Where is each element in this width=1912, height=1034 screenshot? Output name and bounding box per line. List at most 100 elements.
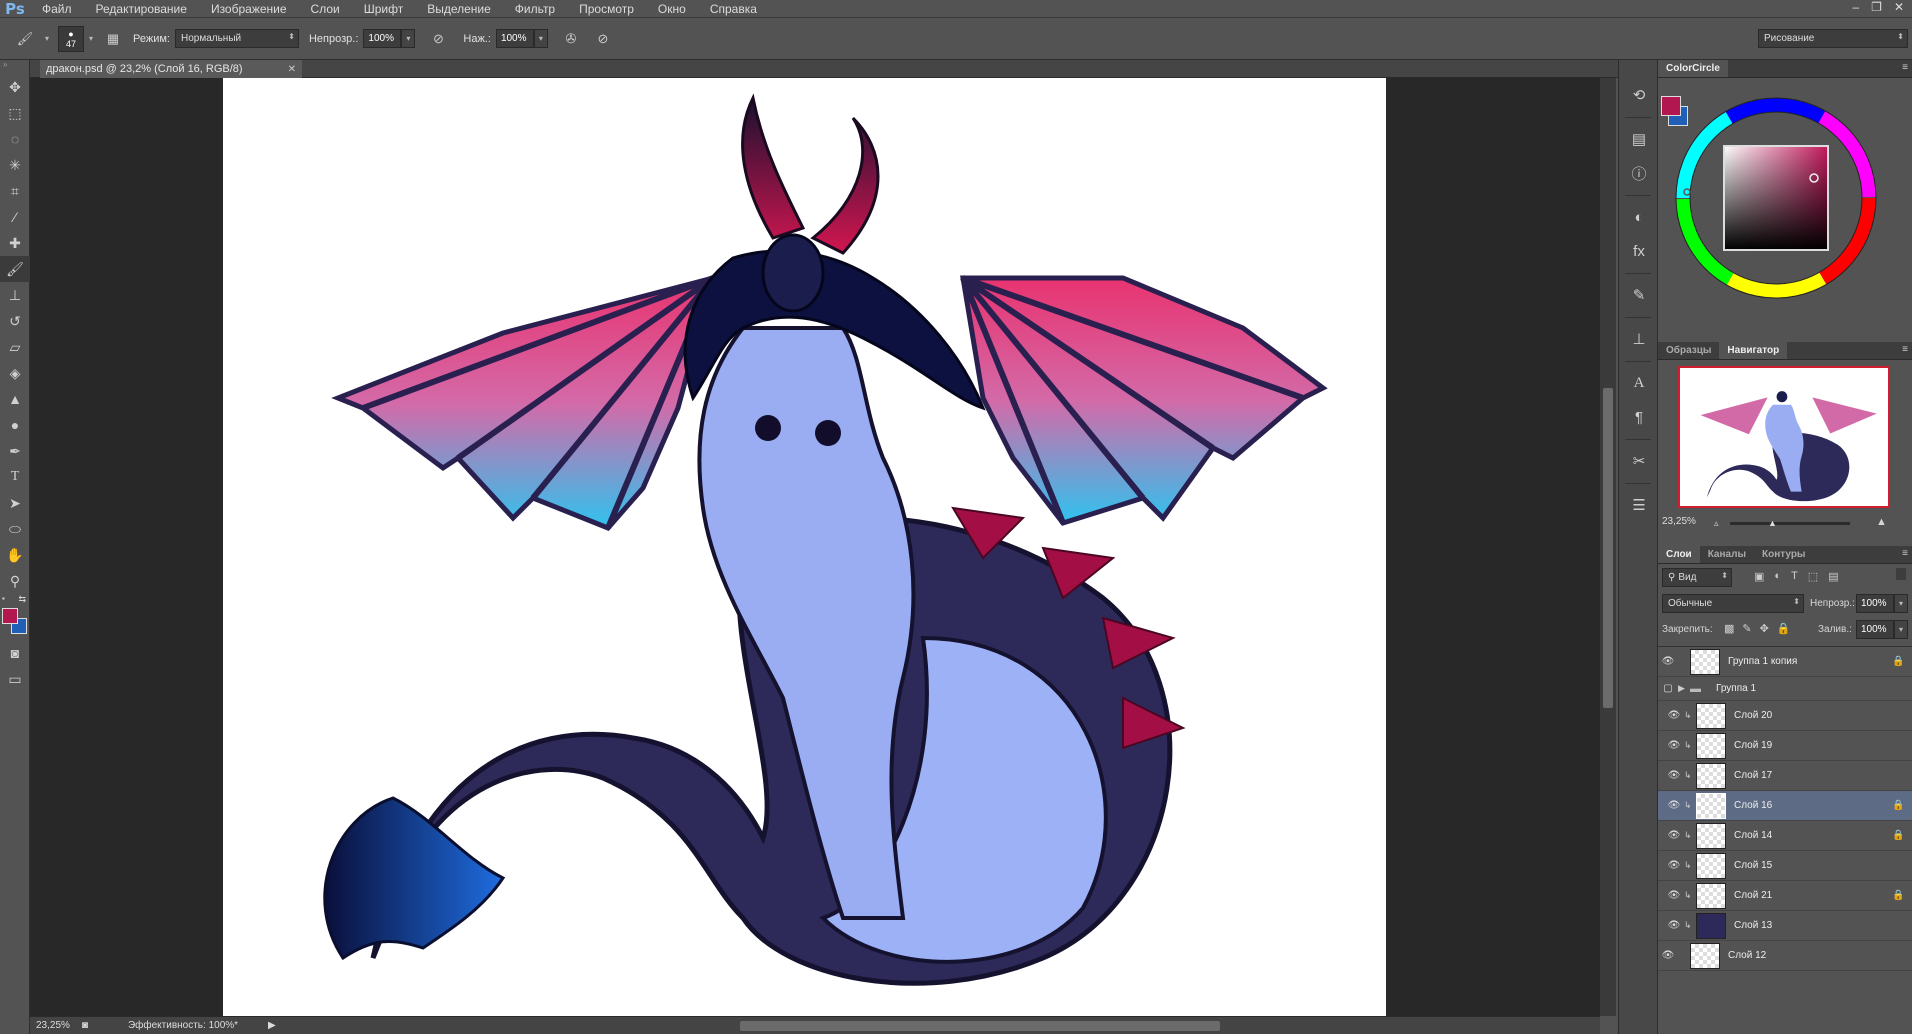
eye-icon[interactable]: 👁: [1664, 830, 1684, 841]
layer-filter-select[interactable]: ⚲ Вид ⬍: [1662, 568, 1732, 587]
eye-icon[interactable]: 👁: [1658, 950, 1678, 961]
shape-filter-icon[interactable]: ⬚: [1808, 570, 1818, 583]
navigator-zoom[interactable]: 23,25%: [1662, 516, 1696, 527]
eye-icon[interactable]: 👁: [1664, 710, 1684, 721]
type-tool-icon[interactable]: T: [0, 464, 30, 490]
adjustment-filter-icon[interactable]: ◐: [1774, 570, 1781, 583]
eraser-tool-icon[interactable]: ▱: [0, 334, 30, 360]
navigator-preview[interactable]: [1678, 366, 1890, 508]
panel-menu-icon[interactable]: ≡: [1902, 62, 1908, 73]
menu-select[interactable]: Выделение: [415, 0, 503, 18]
eye-icon[interactable]: 👁: [1658, 656, 1678, 667]
blend-mode-select[interactable]: Обычные ⬍: [1662, 594, 1804, 613]
layer-row[interactable]: 👁 ↳ Слой 20: [1658, 701, 1912, 731]
slider-handle-icon[interactable]: ▲: [1768, 518, 1777, 528]
blur-tool-icon[interactable]: ▲: [0, 386, 30, 412]
eye-icon[interactable]: 👁: [1664, 920, 1684, 931]
vertical-scroll-thumb[interactable]: [1603, 388, 1613, 708]
pixel-filter-icon[interactable]: ▣: [1754, 570, 1764, 583]
layer-row[interactable]: 👁 ↳ Слой 21 🔒: [1658, 881, 1912, 911]
zoom-out-icon[interactable]: ▵: [1714, 518, 1719, 529]
layer-comps-icon[interactable]: ☰: [1619, 488, 1659, 522]
filter-toggle[interactable]: [1896, 568, 1906, 580]
layer-group-row[interactable]: ▢ ▶ ▬ Группа 1: [1658, 677, 1912, 701]
close-icon[interactable]: ✕: [1894, 0, 1904, 14]
default-colors-icon[interactable]: ▪: [2, 594, 5, 603]
opacity-dropdown[interactable]: ▾: [401, 29, 416, 48]
info-panel-icon[interactable]: ⓘ: [1619, 156, 1659, 190]
layer-opacity-input[interactable]: 100%: [1856, 594, 1894, 613]
paragraph-panel-icon[interactable]: ¶: [1619, 400, 1659, 434]
lock-position-icon[interactable]: ✥: [1760, 622, 1769, 635]
vertical-scrollbar[interactable]: [1600, 78, 1616, 1016]
crop-tool-icon[interactable]: ⌗: [0, 178, 30, 204]
eye-icon[interactable]: 👁: [1664, 860, 1684, 871]
layer-row[interactable]: 👁 Слой 12: [1658, 941, 1912, 971]
character-panel-icon[interactable]: A: [1619, 366, 1659, 400]
status-info-icon[interactable]: ◙: [82, 1020, 88, 1031]
layer-row[interactable]: 👁 Группа 1 копия 🔒: [1658, 647, 1912, 677]
horizontal-scrollbar[interactable]: [300, 1021, 1620, 1031]
horizontal-scroll-thumb[interactable]: [740, 1021, 1220, 1031]
mode-select[interactable]: Нормальный ⬍: [174, 29, 299, 48]
eye-icon[interactable]: 👁: [1664, 890, 1684, 901]
quick-mask-icon[interactable]: ◙: [0, 640, 30, 666]
lock-transparency-icon[interactable]: ▩: [1724, 622, 1734, 635]
path-select-tool-icon[interactable]: ➤: [0, 490, 30, 516]
pressure-opacity-icon[interactable]: ⊘: [427, 28, 449, 50]
menu-image[interactable]: Изображение: [199, 0, 299, 18]
clone-source-icon[interactable]: ⊥: [1619, 322, 1659, 356]
panel-menu-icon[interactable]: ≡: [1902, 344, 1908, 355]
fill-dropdown[interactable]: ▾: [1894, 620, 1908, 639]
toolbar-collapse-icon[interactable]: »: [0, 60, 29, 74]
bucket-tool-icon[interactable]: ◈: [0, 360, 30, 386]
smart-object-filter-icon[interactable]: ▤: [1828, 570, 1838, 583]
brush-presets-icon[interactable]: ✎: [1619, 278, 1659, 312]
restore-icon[interactable]: ❐: [1871, 0, 1882, 14]
expand-arrow-icon[interactable]: ▶: [1678, 683, 1690, 694]
canvas-document[interactable]: [223, 78, 1386, 1016]
magic-wand-tool-icon[interactable]: ✳: [0, 152, 30, 178]
tab-swatches[interactable]: Образцы: [1658, 342, 1719, 359]
layer-row[interactable]: 👁 ↳ Слой 19: [1658, 731, 1912, 761]
history-panel-icon[interactable]: ⟲: [1619, 78, 1659, 112]
layer-row[interactable]: 👁 ↳ Слой 13: [1658, 911, 1912, 941]
brush-tool-icon[interactable]: 🖌: [0, 256, 30, 282]
airbrush-icon[interactable]: ✇: [560, 28, 582, 50]
brush-panel-icon[interactable]: ▦: [102, 28, 124, 50]
stamp-tool-icon[interactable]: ⊥: [0, 282, 30, 308]
screen-mode-icon[interactable]: ▭: [0, 666, 30, 692]
fill-input[interactable]: 100%: [1856, 620, 1894, 639]
close-icon[interactable]: ✕: [288, 64, 296, 75]
visibility-toggle[interactable]: ▢: [1658, 683, 1678, 694]
minimize-icon[interactable]: –: [1852, 0, 1859, 14]
lock-pixels-icon[interactable]: ✎: [1742, 622, 1751, 635]
eye-icon[interactable]: 👁: [1664, 770, 1684, 781]
brush-size-preview[interactable]: ● 47: [58, 25, 84, 52]
opacity-input[interactable]: 100%: [363, 29, 402, 48]
tool-preset-dropdown[interactable]: ▾: [40, 29, 54, 48]
pen-tool-icon[interactable]: ✒: [0, 438, 30, 464]
healing-tool-icon[interactable]: ✚: [0, 230, 30, 256]
layer-row[interactable]: 👁 ↳ Слой 15: [1658, 851, 1912, 881]
pressure-size-icon[interactable]: ⊘: [592, 28, 614, 50]
menu-type[interactable]: Шрифт: [352, 0, 415, 18]
menu-help[interactable]: Справка: [698, 0, 769, 18]
pressure-dropdown[interactable]: ▾: [533, 29, 548, 48]
navigator-zoom-slider[interactable]: ▲: [1730, 518, 1850, 528]
menu-layers[interactable]: Слои: [299, 0, 352, 18]
marquee-tool-icon[interactable]: ⬚: [0, 100, 30, 126]
tool-presets-icon[interactable]: ✂: [1619, 444, 1659, 478]
actions-panel-icon[interactable]: ▤: [1619, 122, 1659, 156]
status-menu-arrow-icon[interactable]: ▶: [268, 1020, 276, 1031]
document-tab[interactable]: дракон.psd @ 23,2% (Слой 16, RGB/8) ✕: [40, 60, 302, 78]
lock-all-icon[interactable]: 🔒: [1777, 622, 1791, 635]
shape-tool-icon[interactable]: ⬭: [0, 516, 30, 542]
adjustments-panel-icon[interactable]: ◐: [1619, 200, 1659, 234]
menu-window[interactable]: Окно: [646, 0, 698, 18]
foreground-color-swatch[interactable]: [2, 608, 18, 624]
layer-row-selected[interactable]: 👁 ↳ Слой 16 🔒: [1658, 791, 1912, 821]
eye-icon[interactable]: 👁: [1664, 740, 1684, 751]
eye-icon[interactable]: 👁: [1664, 800, 1684, 811]
brush-picker-dropdown[interactable]: ▾: [84, 29, 98, 48]
